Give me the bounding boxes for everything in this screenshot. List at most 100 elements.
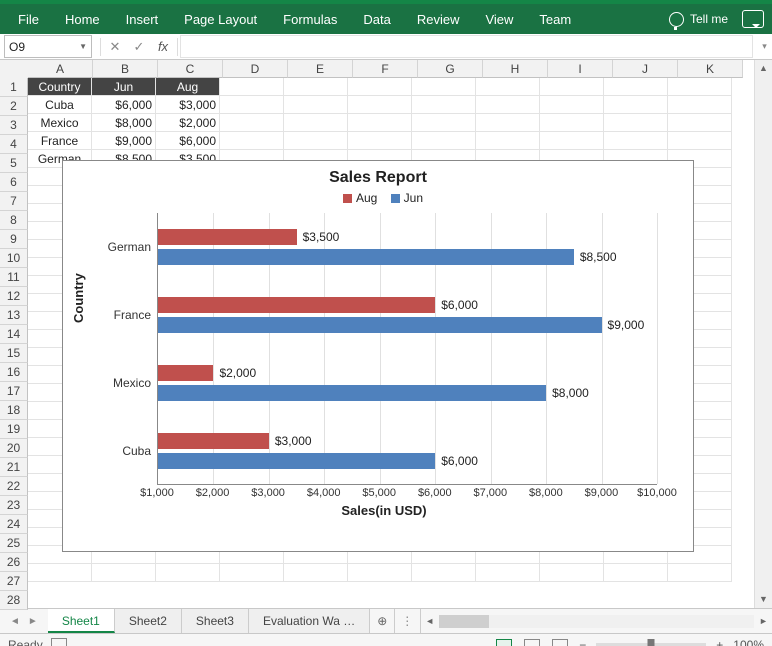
row-header-20[interactable]: 20: [0, 439, 28, 458]
scroll-left-icon[interactable]: ◄: [421, 616, 438, 626]
col-header-H[interactable]: H: [483, 60, 548, 78]
cell-A1[interactable]: Country: [28, 78, 92, 96]
formula-input[interactable]: [180, 35, 753, 58]
cell-C28[interactable]: [156, 564, 220, 582]
row-headers[interactable]: 1234567891011121314151617181920212223242…: [0, 78, 28, 610]
sheet-tab-3[interactable]: Sheet3: [182, 609, 249, 633]
vertical-scrollbar[interactable]: ▲ ▼: [754, 60, 772, 608]
scroll-down-icon[interactable]: ▼: [755, 591, 772, 608]
zoom-out-button[interactable]: −: [579, 638, 586, 646]
macro-record-icon[interactable]: [51, 638, 67, 646]
accept-formula-button[interactable]: ✓: [127, 39, 151, 55]
tab-page-layout[interactable]: Page Layout: [174, 6, 267, 33]
cell-I28[interactable]: [540, 564, 604, 582]
col-header-E[interactable]: E: [288, 60, 353, 78]
tab-home[interactable]: Home: [55, 6, 110, 33]
col-header-B[interactable]: B: [93, 60, 158, 78]
col-header-F[interactable]: F: [353, 60, 418, 78]
cell-E4[interactable]: [284, 132, 348, 150]
row-header-25[interactable]: 25: [0, 534, 28, 553]
cell-C3[interactable]: $2,000: [156, 114, 220, 132]
row-header-4[interactable]: 4: [0, 135, 28, 154]
row-header-16[interactable]: 16: [0, 363, 28, 382]
row-header-18[interactable]: 18: [0, 401, 28, 420]
cell-J1[interactable]: [604, 78, 668, 96]
column-headers[interactable]: ABCDEFGHIJK: [28, 60, 743, 78]
cell-E2[interactable]: [284, 96, 348, 114]
row-header-6[interactable]: 6: [0, 173, 28, 192]
cell-E3[interactable]: [284, 114, 348, 132]
cell-C4[interactable]: $6,000: [156, 132, 220, 150]
sheet-tab-4[interactable]: Evaluation Wa …: [249, 609, 370, 633]
cell-I3[interactable]: [540, 114, 604, 132]
cell-B4[interactable]: $9,000: [92, 132, 156, 150]
cell-D2[interactable]: [220, 96, 284, 114]
view-page-layout-button[interactable]: [521, 637, 543, 646]
cell-D4[interactable]: [220, 132, 284, 150]
tab-file[interactable]: File: [8, 6, 49, 33]
formula-expand-icon[interactable]: ▾: [757, 41, 772, 52]
cell-J4[interactable]: [604, 132, 668, 150]
cell-G4[interactable]: [412, 132, 476, 150]
cell-C2[interactable]: $3,000: [156, 96, 220, 114]
cell-F4[interactable]: [348, 132, 412, 150]
row-header-14[interactable]: 14: [0, 325, 28, 344]
cell-F1[interactable]: [348, 78, 412, 96]
view-page-break-button[interactable]: [549, 637, 571, 646]
cell-K2[interactable]: [668, 96, 732, 114]
cell-G1[interactable]: [412, 78, 476, 96]
cell-F3[interactable]: [348, 114, 412, 132]
sheet-nav[interactable]: ◄►: [0, 609, 48, 633]
cell-E28[interactable]: [284, 564, 348, 582]
cell-H3[interactable]: [476, 114, 540, 132]
cell-B28[interactable]: [92, 564, 156, 582]
row-header-17[interactable]: 17: [0, 382, 28, 401]
cell-F28[interactable]: [348, 564, 412, 582]
view-normal-button[interactable]: [493, 637, 515, 646]
row-header-19[interactable]: 19: [0, 420, 28, 439]
row-header-27[interactable]: 27: [0, 572, 28, 591]
row-header-7[interactable]: 7: [0, 192, 28, 211]
scroll-right-icon[interactable]: ►: [755, 616, 772, 626]
sheet-tab-2[interactable]: Sheet2: [115, 609, 182, 633]
cell-A28[interactable]: [28, 564, 92, 582]
row-header-24[interactable]: 24: [0, 515, 28, 534]
row-header-1[interactable]: 1: [0, 78, 28, 97]
chart[interactable]: Sales Report Aug Jun Country $3,500$8,50…: [62, 160, 694, 552]
cell-J28[interactable]: [604, 564, 668, 582]
col-header-K[interactable]: K: [678, 60, 743, 78]
fx-button[interactable]: fx: [151, 39, 175, 54]
cell-D28[interactable]: [220, 564, 284, 582]
cell-I4[interactable]: [540, 132, 604, 150]
row-header-11[interactable]: 11: [0, 268, 28, 287]
cell-G28[interactable]: [412, 564, 476, 582]
row-header-13[interactable]: 13: [0, 306, 28, 325]
row-header-21[interactable]: 21: [0, 458, 28, 477]
cell-K3[interactable]: [668, 114, 732, 132]
horizontal-scrollbar[interactable]: ◄ ►: [420, 609, 772, 633]
tab-data[interactable]: Data: [353, 6, 400, 33]
col-header-G[interactable]: G: [418, 60, 483, 78]
row-header-5[interactable]: 5: [0, 154, 28, 173]
comment-icon[interactable]: [742, 10, 764, 28]
row-header-2[interactable]: 2: [0, 97, 28, 116]
zoom-in-button[interactable]: +: [716, 638, 723, 646]
col-header-A[interactable]: A: [28, 60, 93, 78]
cell-A3[interactable]: Mexico: [28, 114, 92, 132]
row-header-8[interactable]: 8: [0, 211, 28, 230]
col-header-J[interactable]: J: [613, 60, 678, 78]
cell-K28[interactable]: [668, 564, 732, 582]
tab-formulas[interactable]: Formulas: [273, 6, 347, 33]
cell-I1[interactable]: [540, 78, 604, 96]
cell-H2[interactable]: [476, 96, 540, 114]
cell-B1[interactable]: Jun: [92, 78, 156, 96]
cell-K1[interactable]: [668, 78, 732, 96]
cell-G2[interactable]: [412, 96, 476, 114]
tell-me[interactable]: Tell me: [669, 12, 728, 27]
cell-J2[interactable]: [604, 96, 668, 114]
cell-J3[interactable]: [604, 114, 668, 132]
cell-H1[interactable]: [476, 78, 540, 96]
cell-B2[interactable]: $6,000: [92, 96, 156, 114]
row-header-28[interactable]: 28: [0, 591, 28, 610]
select-all-corner[interactable]: [0, 60, 29, 79]
